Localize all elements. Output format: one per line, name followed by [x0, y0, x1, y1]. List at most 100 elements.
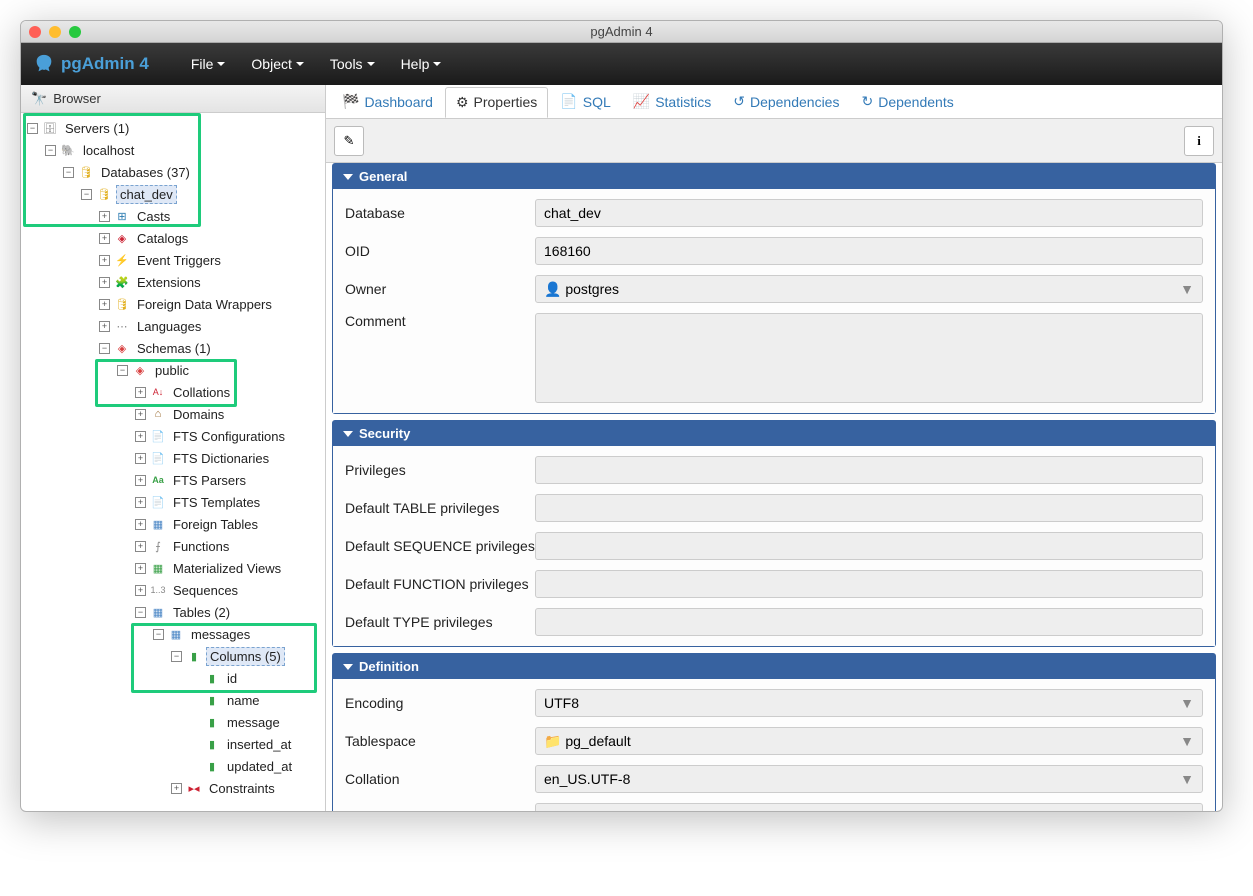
- tree-fts-templates[interactable]: +📄FTS Templates: [21, 491, 325, 513]
- expand-icon[interactable]: +: [135, 387, 146, 398]
- label-comment: Comment: [345, 313, 535, 329]
- table-icon: ▦: [168, 626, 184, 642]
- expand-icon[interactable]: +: [99, 299, 110, 310]
- fts-dict-icon: 📄: [150, 450, 166, 466]
- expand-icon[interactable]: +: [135, 541, 146, 552]
- panel-definition-header[interactable]: Definition: [333, 654, 1215, 679]
- tree-event-triggers[interactable]: +⚡Event Triggers: [21, 249, 325, 271]
- tree-fts-parsers[interactable]: +AaFTS Parsers: [21, 469, 325, 491]
- collapse-icon[interactable]: −: [117, 365, 128, 376]
- tab-dependencies[interactable]: ↺Dependencies: [723, 87, 849, 116]
- fts-config-icon: 📄: [150, 428, 166, 444]
- expand-icon[interactable]: +: [135, 431, 146, 442]
- tree-col-message[interactable]: ▮message: [21, 711, 325, 733]
- tree-col-inserted[interactable]: ▮inserted_at: [21, 733, 325, 755]
- tree-localhost[interactable]: − 🐘 localhost: [21, 139, 325, 161]
- tree-fts-dict[interactable]: +📄FTS Dictionaries: [21, 447, 325, 469]
- tab-dashboard[interactable]: 🏁Dashboard: [332, 87, 443, 116]
- field-tablespace[interactable]: 📁 pg_default▼: [535, 727, 1203, 755]
- tab-sql[interactable]: 📄SQL: [550, 87, 620, 116]
- panel-general-header[interactable]: General: [333, 164, 1215, 189]
- menu-help[interactable]: Help: [393, 50, 450, 78]
- field-owner[interactable]: 👤 postgres ▼: [535, 275, 1203, 303]
- expand-icon[interactable]: +: [135, 409, 146, 420]
- tree-tables[interactable]: −▦Tables (2): [21, 601, 325, 623]
- field-privileges: [535, 456, 1203, 484]
- column-icon: ▮: [204, 670, 220, 686]
- chevron-down-icon: [433, 62, 441, 66]
- main-tabs: 🏁Dashboard ⚙Properties 📄SQL 📈Statistics …: [326, 85, 1222, 119]
- collapse-icon[interactable]: −: [45, 145, 56, 156]
- catalogs-icon: ◈: [114, 230, 130, 246]
- extensions-icon: 🧩: [114, 274, 130, 290]
- expand-icon[interactable]: +: [135, 453, 146, 464]
- field-chartype[interactable]: en_US.UTF-8▼: [535, 803, 1203, 811]
- collapse-icon[interactable]: −: [63, 167, 74, 178]
- tree-languages[interactable]: +⋯Languages: [21, 315, 325, 337]
- field-encoding[interactable]: UTF8▼: [535, 689, 1203, 717]
- tree-col-updated[interactable]: ▮updated_at: [21, 755, 325, 777]
- edit-button[interactable]: ✎: [334, 126, 364, 156]
- constraints-icon: ▸◂: [186, 780, 202, 796]
- tree-schemas[interactable]: −◈Schemas (1): [21, 337, 325, 359]
- expand-icon[interactable]: +: [99, 321, 110, 332]
- tree-col-name[interactable]: ▮name: [21, 689, 325, 711]
- object-tree[interactable]: − 🗄 Servers (1) − 🐘 localhost − 🛢 Databa…: [21, 113, 325, 811]
- field-comment[interactable]: [535, 313, 1203, 403]
- tree-sequences[interactable]: +1..3Sequences: [21, 579, 325, 601]
- label-def-type: Default TYPE privileges: [345, 614, 535, 630]
- tree-databases[interactable]: − 🛢 Databases (37): [21, 161, 325, 183]
- expand-icon[interactable]: +: [135, 563, 146, 574]
- collapse-icon[interactable]: −: [99, 343, 110, 354]
- tree-columns[interactable]: −▮Columns (5): [21, 645, 325, 667]
- menu-object[interactable]: Object: [243, 50, 311, 78]
- collapse-icon[interactable]: −: [135, 607, 146, 618]
- tree-casts[interactable]: +⊞Casts: [21, 205, 325, 227]
- chevron-down-icon: ▼: [1180, 733, 1194, 749]
- tree-catalogs[interactable]: +◈Catalogs: [21, 227, 325, 249]
- tree-foreign-tables[interactable]: +▦Foreign Tables: [21, 513, 325, 535]
- sequences-icon: 1..3: [150, 582, 166, 598]
- tree-constraints[interactable]: +▸◂Constraints: [21, 777, 325, 799]
- chevron-down-icon: ▼: [1180, 695, 1194, 711]
- expand-icon[interactable]: +: [135, 519, 146, 530]
- panel-security-header[interactable]: Security: [333, 421, 1215, 446]
- tree-collations[interactable]: +A↓Collations: [21, 381, 325, 403]
- tree-mat-views[interactable]: +▦Materialized Views: [21, 557, 325, 579]
- expand-icon[interactable]: +: [99, 277, 110, 288]
- tree-domains[interactable]: +⌂Domains: [21, 403, 325, 425]
- document-icon: 📄: [560, 93, 577, 110]
- expand-icon[interactable]: +: [135, 475, 146, 486]
- tree-col-id[interactable]: ▮id: [21, 667, 325, 689]
- foreign-tables-icon: ▦: [150, 516, 166, 532]
- panel-security: Security Privileges Default TABLE privil…: [332, 420, 1216, 647]
- tab-properties[interactable]: ⚙Properties: [445, 87, 548, 118]
- tree-chat-dev[interactable]: − 🛢 chat_dev: [21, 183, 325, 205]
- collations-icon: A↓: [150, 384, 166, 400]
- tree-messages[interactable]: −▦messages: [21, 623, 325, 645]
- expand-icon[interactable]: +: [99, 255, 110, 266]
- collapse-icon[interactable]: −: [81, 189, 92, 200]
- expand-icon[interactable]: +: [99, 233, 110, 244]
- tree-fts-config[interactable]: +📄FTS Configurations: [21, 425, 325, 447]
- field-collation[interactable]: en_US.UTF-8▼: [535, 765, 1203, 793]
- collapse-icon[interactable]: −: [27, 123, 38, 134]
- tab-dependents[interactable]: ↻Dependents: [851, 87, 963, 116]
- tree-fdw[interactable]: +🛢Foreign Data Wrappers: [21, 293, 325, 315]
- expand-icon[interactable]: +: [135, 585, 146, 596]
- expand-icon[interactable]: +: [135, 497, 146, 508]
- tree-public[interactable]: −◈public: [21, 359, 325, 381]
- collapse-icon[interactable]: −: [171, 651, 182, 662]
- menu-file[interactable]: File: [183, 50, 234, 78]
- info-button[interactable]: i: [1184, 126, 1214, 156]
- tree-extensions[interactable]: +🧩Extensions: [21, 271, 325, 293]
- tree-functions[interactable]: +⨍Functions: [21, 535, 325, 557]
- chevron-down-icon: [343, 664, 353, 670]
- collapse-icon[interactable]: −: [153, 629, 164, 640]
- tree-servers[interactable]: − 🗄 Servers (1): [21, 117, 325, 139]
- expand-icon[interactable]: +: [99, 211, 110, 222]
- schemas-icon: ◈: [114, 340, 130, 356]
- expand-icon[interactable]: +: [171, 783, 182, 794]
- tab-statistics[interactable]: 📈Statistics: [623, 87, 721, 116]
- menu-tools[interactable]: Tools: [322, 50, 383, 78]
